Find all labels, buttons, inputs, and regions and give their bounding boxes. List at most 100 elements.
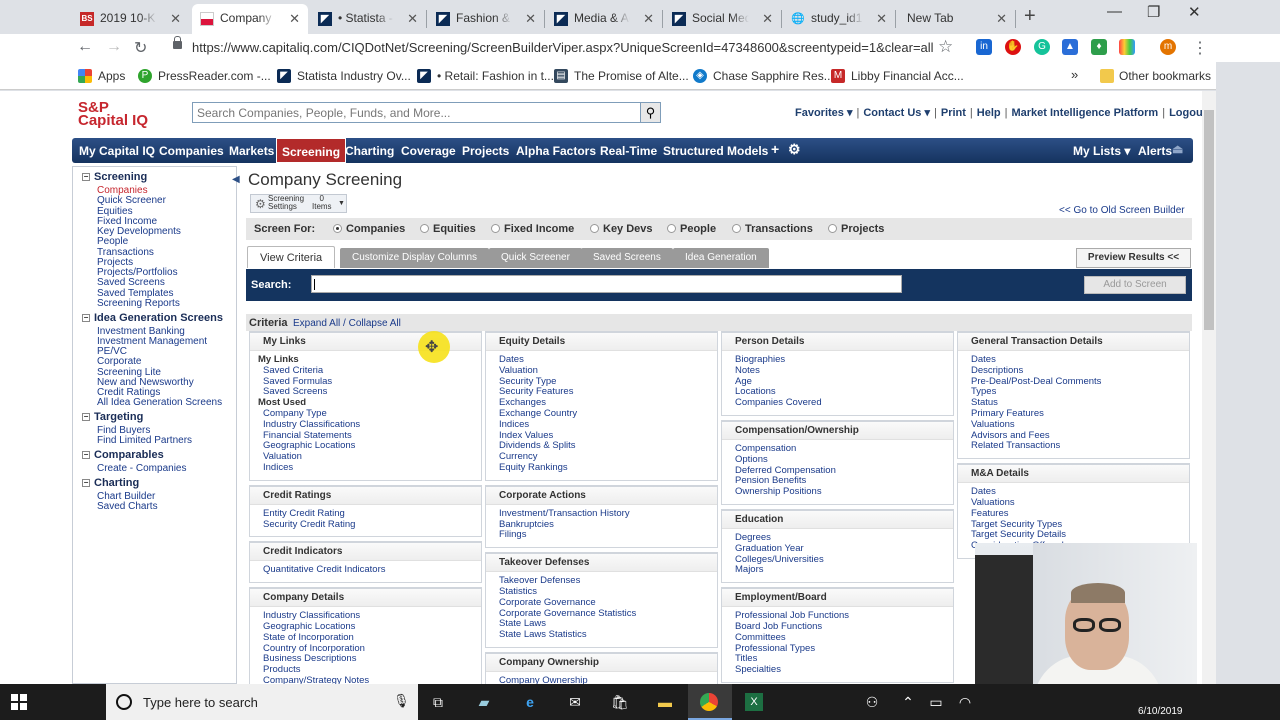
- close-icon[interactable]: ✕: [170, 11, 181, 27]
- leaf-extension-icon[interactable]: ♦: [1091, 39, 1107, 55]
- collapse-box-icon[interactable]: −: [82, 173, 90, 181]
- browser-tab-social-medi[interactable]: ◤ Social Medi ✕: [664, 4, 781, 34]
- top-link-market-intelligence-platform[interactable]: Market Intelligence Platform: [1011, 107, 1158, 119]
- edge-browser-icon[interactable]: e: [520, 692, 540, 712]
- office-extension-icon[interactable]: [1119, 39, 1135, 55]
- wifi-icon[interactable]: ◠: [955, 692, 975, 712]
- criteria-search-input[interactable]: [311, 275, 902, 293]
- tab-idea-generation[interactable]: Idea Generation: [673, 248, 769, 268]
- tray-chevron-up-icon[interactable]: ⌃: [898, 692, 918, 712]
- criteria-link-investment-transaction-history[interactable]: Investment/Transaction History: [499, 508, 717, 520]
- new-tab-button[interactable]: +: [1024, 5, 1036, 28]
- criteria-box-title[interactable]: Corporate Actions: [486, 486, 717, 505]
- nav-markets[interactable]: Markets: [229, 144, 274, 158]
- scrollbar-thumb[interactable]: [1204, 110, 1214, 330]
- collapse-sidebar-icon[interactable]: ◀: [232, 174, 240, 185]
- windows-start-icon[interactable]: [11, 694, 27, 710]
- screening-settings-button[interactable]: ⚙ Screening Settings 0 Items ▼: [250, 194, 347, 213]
- task-view-icon[interactable]: ⧉: [428, 692, 448, 712]
- top-link-contact-us[interactable]: Contact Us ▾: [863, 107, 930, 119]
- collapse-box-icon[interactable]: −: [82, 413, 90, 421]
- excel-icon[interactable]: X: [745, 693, 763, 711]
- global-search-input[interactable]: Search Companies, People, Funds, and Mor…: [192, 102, 641, 123]
- sidebar-item-saved-charts[interactable]: Saved Charts: [97, 501, 158, 512]
- bookmark-retail-fashion[interactable]: ◤ • Retail: Fashion in t...: [417, 69, 554, 83]
- taskbar-date[interactable]: 6/10/2019: [1138, 706, 1183, 717]
- criteria-link-security-credit-rating[interactable]: Security Credit Rating: [263, 519, 481, 531]
- nav-real-time[interactable]: Real-Time: [600, 144, 657, 158]
- browser-tab-new-tab[interactable]: New Tab ✕: [897, 4, 1015, 34]
- file-explorer-icon[interactable]: ▬: [655, 692, 675, 712]
- nav-alpha-factors[interactable]: Alpha Factors: [516, 144, 596, 158]
- criteria-box-title[interactable]: Company Ownership: [486, 654, 717, 672]
- criteria-link-biographies[interactable]: Biographies: [735, 354, 953, 366]
- criteria-link-quantitative-credit-indicators[interactable]: Quantitative Credit Indicators: [263, 565, 481, 576]
- nav-companies[interactable]: Companies: [159, 144, 224, 158]
- alerts-bell-icon[interactable]: ⏏: [1172, 142, 1183, 156]
- close-icon[interactable]: ✕: [762, 11, 773, 27]
- criteria-link-corporate-governance[interactable]: Corporate Governance: [499, 597, 717, 609]
- other-bookmarks[interactable]: Other bookmarks: [1100, 69, 1211, 83]
- collapse-all-link[interactable]: Collapse All: [349, 318, 401, 329]
- reload-icon[interactable]: ↻: [134, 38, 147, 58]
- screen-for-fixed-income[interactable]: Fixed Income: [491, 223, 574, 235]
- criteria-link-notes[interactable]: Notes: [735, 365, 953, 377]
- bookmark-star-icon[interactable]: ☆: [938, 37, 953, 57]
- tab-quick-screener[interactable]: Quick Screener: [489, 248, 582, 268]
- back-icon[interactable]: ←: [77, 38, 93, 56]
- search-icon[interactable]: ⚲: [640, 102, 661, 123]
- criteria-link-options[interactable]: Options: [735, 454, 953, 466]
- nav-my-lists[interactable]: My Lists ▾: [1073, 144, 1130, 158]
- graduation-cap-extension-icon[interactable]: ▲: [1062, 39, 1078, 55]
- sidebar-item-all-idea-generation-screens[interactable]: All Idea Generation Screens: [97, 397, 222, 408]
- criteria-box-title[interactable]: Credit Ratings: [250, 486, 481, 505]
- screen-for-transactions[interactable]: Transactions: [732, 223, 813, 235]
- browser-tab-statista-t[interactable]: ◤ • Statista - T ✕: [310, 4, 426, 34]
- browser-tab-2019-10-k[interactable]: BS 2019 10-K - ✕: [72, 4, 189, 34]
- criteria-box-title[interactable]: M&A Details: [958, 465, 1189, 484]
- top-link-help[interactable]: Help: [977, 107, 1001, 119]
- sidebar-section-idea-generation-screens[interactable]: − Idea Generation Screens: [82, 312, 223, 324]
- sidebar-item-find-limited-partners[interactable]: Find Limited Partners: [97, 435, 192, 446]
- criteria-link-companies-covered[interactable]: Companies Covered: [735, 397, 953, 409]
- notebook-app-icon[interactable]: ▰: [474, 692, 494, 712]
- sidebar-section-charting[interactable]: − Charting: [82, 477, 139, 489]
- criteria-link-industry-classifications[interactable]: Industry Classifications: [263, 419, 481, 431]
- screen-for-equities[interactable]: Equities: [420, 223, 476, 235]
- criteria-link-state-of-incorporation[interactable]: State of Incorporation: [263, 632, 481, 644]
- radio-button[interactable]: [420, 224, 429, 233]
- criteria-link-types[interactable]: Types: [971, 387, 1189, 398]
- criteria-box-title[interactable]: Takeover Defenses: [486, 554, 717, 573]
- criteria-link-colleges-universities[interactable]: Colleges/Universities: [735, 554, 953, 566]
- criteria-box-title[interactable]: Education: [722, 511, 953, 529]
- screen-for-companies[interactable]: Companies: [333, 223, 405, 235]
- preview-results-button[interactable]: Preview Results <<: [1076, 248, 1191, 268]
- tab-saved-screens[interactable]: Saved Screens: [581, 248, 673, 268]
- radio-button[interactable]: [732, 224, 741, 233]
- criteria-link-professional-types[interactable]: Professional Types: [735, 643, 953, 655]
- criteria-box-title[interactable]: Company Details: [250, 589, 481, 608]
- criteria-box-title[interactable]: Equity Details: [486, 333, 717, 351]
- criteria-link-equity-rankings[interactable]: Equity Rankings: [499, 462, 717, 474]
- criteria-link-company-ownership[interactable]: Company Ownership: [499, 675, 717, 684]
- criteria-link-ownership-positions[interactable]: Ownership Positions: [735, 486, 953, 498]
- mail-icon[interactable]: ✉: [565, 692, 585, 712]
- old-screen-builder-link[interactable]: << Go to Old Screen Builder: [1059, 205, 1185, 216]
- restore-button[interactable]: ❐: [1147, 3, 1160, 21]
- microphone-icon[interactable]: 🎙: [393, 693, 410, 709]
- tab-view-criteria[interactable]: View Criteria: [247, 246, 336, 268]
- criteria-link-indices[interactable]: Indices: [499, 419, 717, 431]
- bookmark-promise[interactable]: ▤ The Promise of Alte...: [554, 69, 689, 83]
- criteria-link-graduation-year[interactable]: Graduation Year: [735, 543, 953, 555]
- grammarly-extension-icon[interactable]: G: [1034, 39, 1050, 55]
- minimize-button[interactable]: —: [1107, 3, 1122, 20]
- close-icon[interactable]: ✕: [643, 11, 654, 27]
- sp-capital-iq-logo-subtitle[interactable]: Capital IQ: [78, 112, 148, 129]
- close-icon[interactable]: ✕: [407, 11, 418, 27]
- criteria-link-pre-deal-post-deal-comments[interactable]: Pre-Deal/Post-Deal Comments: [971, 376, 1189, 388]
- nav-alerts[interactable]: Alerts: [1138, 144, 1172, 158]
- people-icon[interactable]: ⚇: [862, 692, 882, 712]
- close-icon[interactable]: ✕: [525, 11, 536, 27]
- bookmark-pressreader[interactable]: P PressReader.com -...: [138, 69, 271, 83]
- radio-button[interactable]: [590, 224, 599, 233]
